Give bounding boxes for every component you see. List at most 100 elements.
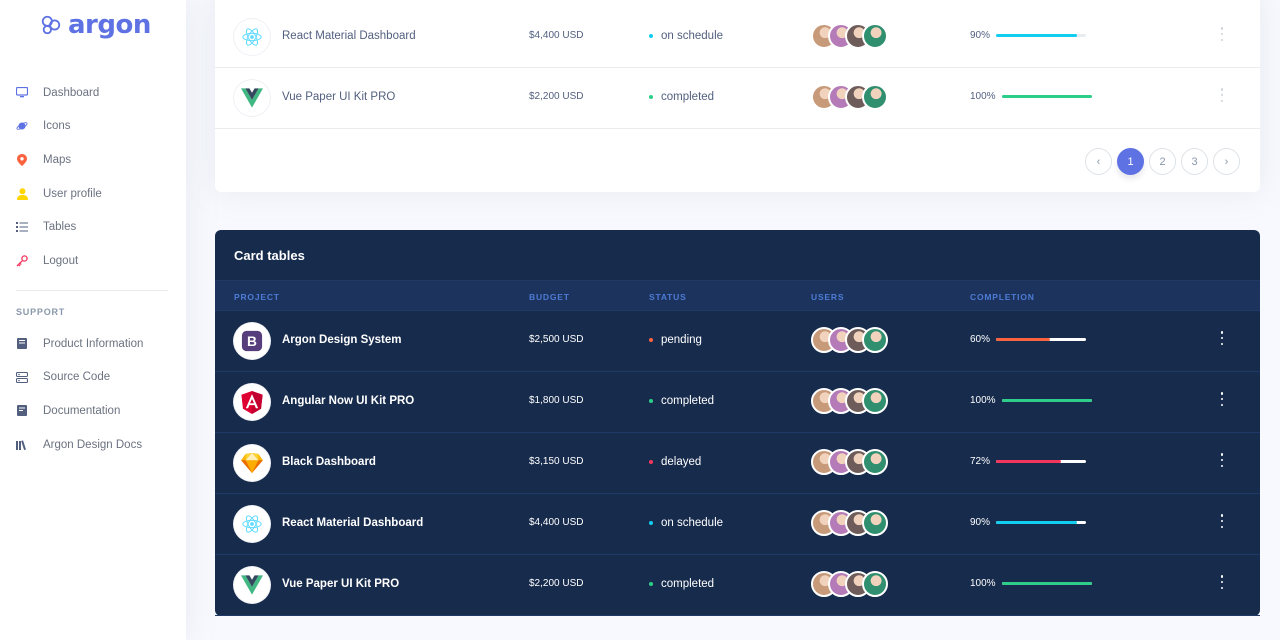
bootstrap-icon: B: [234, 323, 270, 359]
completion-value: 100%: [970, 91, 996, 102]
support-item-label: Source Code: [43, 371, 111, 384]
pagination-page-3[interactable]: 3: [1181, 148, 1208, 175]
more-icon[interactable]: [1219, 514, 1225, 528]
pagination-next-button[interactable]: ›: [1213, 148, 1240, 175]
completion: 100%: [970, 395, 1092, 406]
project-name[interactable]: Vue Paper UI Kit PRO: [282, 91, 395, 103]
more-icon[interactable]: [1219, 453, 1225, 467]
sidebar-divider: [16, 290, 168, 291]
avatar[interactable]: [862, 388, 888, 414]
table-row: React Material Dashboard $4,400 USD on s…: [215, 494, 1260, 555]
completion-value: 72%: [970, 456, 991, 467]
user-avatars: [811, 23, 888, 51]
pagination-page-1[interactable]: 1: [1117, 148, 1144, 175]
completion-value: 60%: [970, 334, 991, 345]
avatar[interactable]: [862, 23, 888, 49]
progress-fill: [996, 460, 1062, 463]
more-icon[interactable]: [1219, 88, 1225, 102]
project-name[interactable]: Angular Now UI Kit PRO: [282, 395, 414, 407]
status-label: completed: [661, 578, 715, 590]
progress-bar: [1001, 582, 1092, 585]
status-badge: completed: [649, 395, 714, 407]
completion-value: 90%: [970, 30, 991, 41]
progress-bar: [1001, 399, 1092, 402]
card-tables: Card tables PROJECT BUDGET STATUS USERS …: [215, 230, 1260, 616]
support-item-label: Product Information: [43, 337, 144, 350]
sidebar-item-maps[interactable]: Maps: [0, 143, 186, 177]
more-icon[interactable]: [1219, 331, 1225, 345]
header-project: PROJECT: [234, 292, 280, 302]
project-name[interactable]: React Material Dashboard: [282, 517, 423, 529]
sidebar: argon Dashboard Icons Maps User profile …: [0, 0, 186, 640]
completion: 90%: [970, 517, 1087, 528]
user-avatars: [811, 388, 888, 416]
brand[interactable]: argon: [40, 10, 151, 40]
completion-value: 100%: [970, 578, 996, 589]
sidebar-item-label: Logout: [43, 254, 79, 267]
sidebar-item-icons[interactable]: Icons: [0, 110, 186, 144]
main-nav: Dashboard Icons Maps User profile Tables…: [0, 76, 186, 278]
progress-fill: [996, 338, 1051, 341]
support-item-product-information[interactable]: Product Information: [0, 327, 186, 361]
budget: $4,400 USD: [529, 30, 584, 41]
project-name[interactable]: React Material Dashboard: [282, 30, 416, 42]
avatar[interactable]: [862, 510, 888, 536]
completion: 72%: [970, 456, 1087, 467]
budget: $2,200 USD: [529, 578, 584, 589]
sidebar-item-label: Maps: [43, 153, 72, 166]
sketch-icon: [234, 445, 270, 481]
status-dot: [649, 399, 653, 403]
header-users: USERS: [811, 292, 845, 302]
project-name[interactable]: Black Dashboard: [282, 456, 376, 468]
completion: 100%: [970, 91, 1092, 102]
pagination-page-2[interactable]: 2: [1149, 148, 1176, 175]
project-name[interactable]: Vue Paper UI Kit PRO: [282, 578, 399, 590]
status-badge: completed: [649, 91, 714, 103]
budget: $3,150 USD: [529, 456, 584, 467]
vue-icon: [234, 567, 270, 603]
avatar[interactable]: [862, 449, 888, 475]
tv-icon: [16, 87, 28, 99]
sidebar-item-dashboard[interactable]: Dashboard: [0, 76, 186, 110]
support-item-source-code[interactable]: Source Code: [0, 361, 186, 395]
sidebar-item-label: Tables: [43, 221, 77, 234]
budget: $2,500 USD: [529, 334, 584, 345]
pagination-prev-button[interactable]: ‹: [1085, 148, 1112, 175]
status-badge: pending: [649, 334, 702, 346]
avatar[interactable]: [862, 571, 888, 597]
completion: 60%: [970, 334, 1087, 345]
react-icon: [234, 506, 270, 542]
status-dot: [649, 460, 653, 464]
status-badge: on schedule: [649, 517, 723, 529]
table-row: Black Dashboard $3,150 USD delayed 72%: [215, 433, 1260, 494]
avatar[interactable]: [862, 327, 888, 353]
table-header: PROJECT BUDGET STATUS USERS COMPLETION: [215, 280, 1260, 311]
atom-logo-icon: [41, 15, 61, 35]
more-icon[interactable]: [1219, 27, 1225, 41]
light-table-card: React Material Dashboard $4,400 USD on s…: [215, 0, 1260, 192]
progress-bar: [996, 338, 1087, 341]
pin-icon: [16, 153, 28, 166]
sidebar-item-user-profile[interactable]: User profile: [0, 177, 186, 211]
sidebar-item-label: Dashboard: [43, 86, 100, 99]
angular-icon: [234, 384, 270, 420]
support-item-documentation[interactable]: Documentation: [0, 394, 186, 428]
user-avatars: [811, 571, 888, 599]
project-name[interactable]: Argon Design System: [282, 334, 402, 346]
progress-bar: [996, 34, 1087, 37]
more-icon[interactable]: [1219, 575, 1225, 589]
user-avatars: [811, 510, 888, 538]
support-item-argon-design-docs[interactable]: Argon Design Docs: [0, 428, 186, 462]
status-dot: [649, 95, 653, 99]
progress-fill: [1001, 399, 1092, 402]
list-icon: [16, 221, 28, 233]
avatar[interactable]: [862, 84, 888, 110]
status-label: completed: [661, 395, 715, 407]
sidebar-item-tables[interactable]: Tables: [0, 210, 186, 244]
status-label: pending: [661, 334, 702, 346]
header-budget: BUDGET: [529, 292, 570, 302]
sidebar-item-logout[interactable]: Logout: [0, 244, 186, 278]
more-icon[interactable]: [1219, 392, 1225, 406]
doc-icon: [16, 405, 28, 417]
support-nav: Product Information Source Code Document…: [0, 327, 186, 461]
